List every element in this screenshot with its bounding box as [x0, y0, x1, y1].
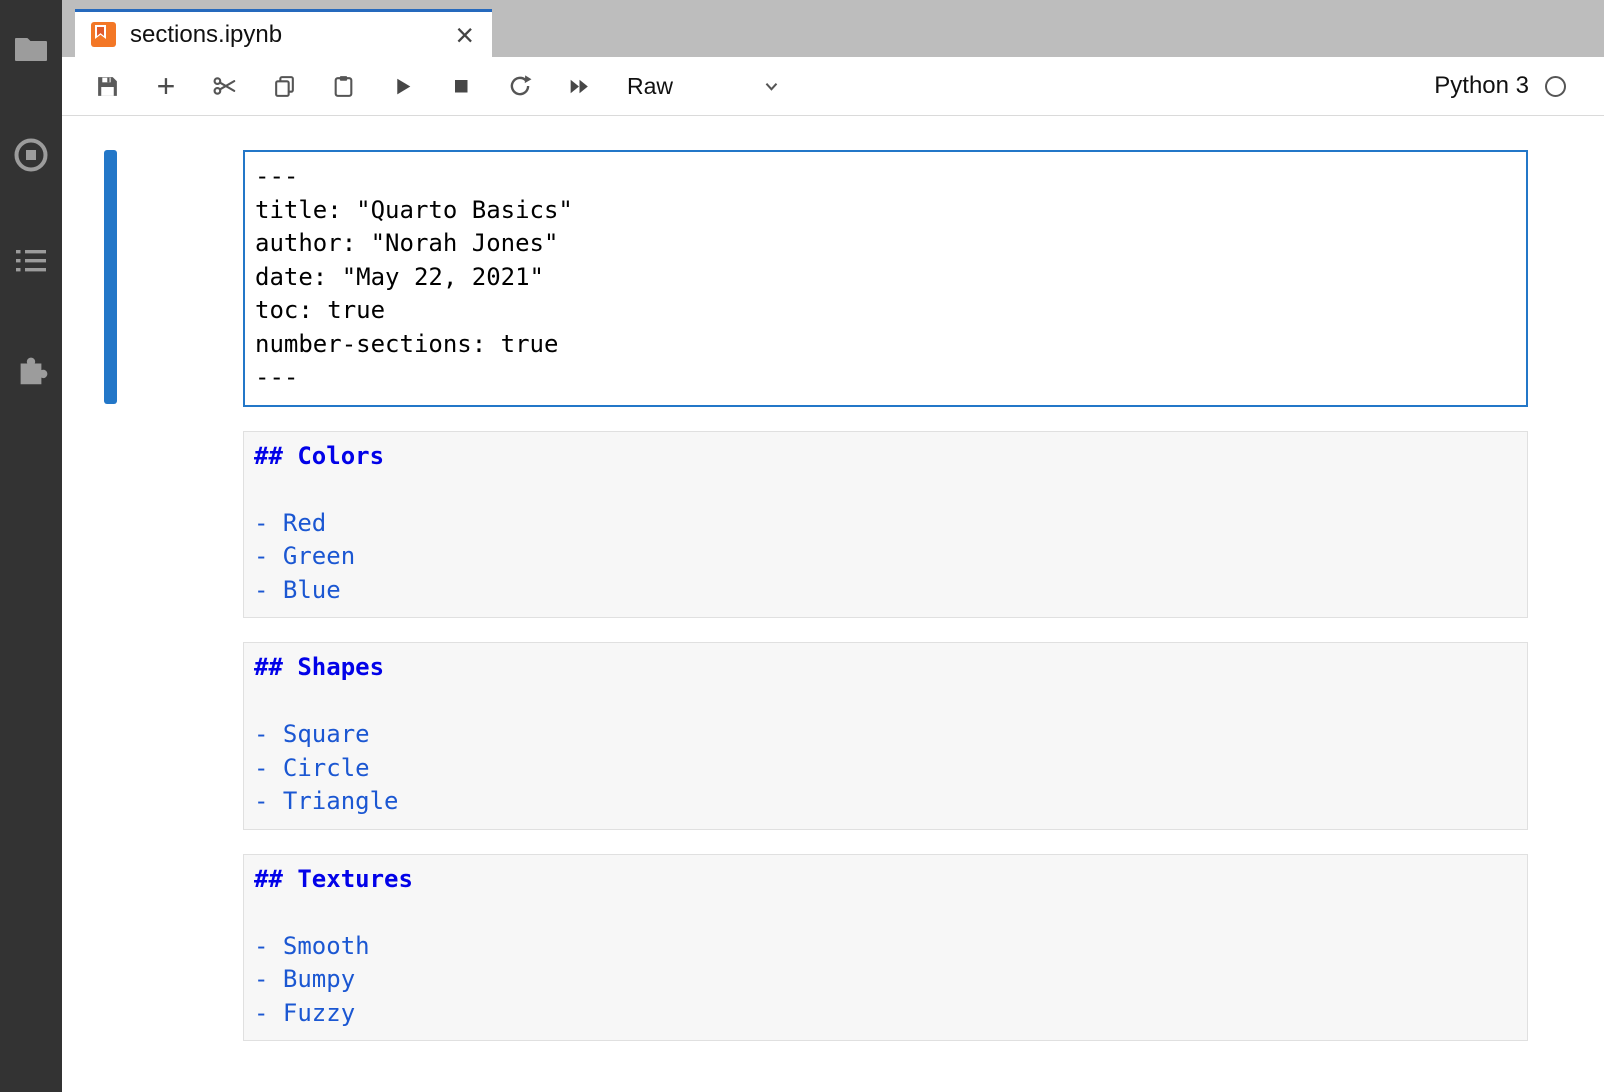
restart-run-all-button[interactable] [558, 65, 600, 107]
markdown-cell-shapes[interactable]: ## Shapes - Square - Circle - Triangle [243, 642, 1528, 830]
insert-cell-button[interactable]: + [145, 65, 187, 107]
restart-kernel-button[interactable] [499, 65, 541, 107]
cell-type-dropdown[interactable]: Raw [627, 73, 782, 100]
activity-sidebar [0, 0, 62, 1092]
notebook-toolbar: + [62, 57, 1604, 116]
chevron-down-icon [760, 75, 782, 97]
tab-close-icon[interactable]: × [453, 19, 476, 51]
markdown-list-item: - Bumpy [254, 963, 1517, 997]
file-browser-icon[interactable] [12, 30, 50, 68]
paste-cell-button[interactable] [322, 65, 364, 107]
cell-type-value: Raw [627, 73, 673, 100]
bookmark-icon [95, 25, 106, 39]
extensions-icon[interactable] [12, 348, 50, 386]
tab-sections-ipynb[interactable]: sections.ipynb × [75, 9, 492, 57]
floppy-icon [95, 74, 120, 99]
cell-row: --- title: "Quarto Basics" author: "Nora… [243, 150, 1528, 407]
kernel-area: Python 3 [1434, 72, 1604, 100]
raw-cell-line: date: "May 22, 2021" [255, 261, 1516, 295]
raw-cell-line: --- [255, 361, 1516, 395]
save-button[interactable] [86, 65, 128, 107]
tab-bar: sections.ipynb × [62, 0, 1604, 57]
markdown-list-item: - Red [254, 507, 1517, 541]
raw-cell-line: number-sections: true [255, 328, 1516, 362]
folder-icon [14, 34, 48, 64]
cut-cell-button[interactable] [204, 65, 246, 107]
restart-icon [507, 73, 533, 99]
markdown-list-item: - Circle [254, 752, 1517, 786]
tab-title: sections.ipynb [130, 21, 282, 49]
active-cell-collapser[interactable] [104, 150, 117, 404]
fast-forward-icon [567, 74, 592, 99]
markdown-list-item: - Fuzzy [254, 997, 1517, 1031]
raw-cell-line: author: "Norah Jones" [255, 227, 1516, 261]
copy-icon [272, 74, 297, 99]
cell-list: --- title: "Quarto Basics" author: "Nora… [62, 117, 1604, 1041]
raw-cell-line: title: "Quarto Basics" [255, 194, 1516, 228]
kernel-status-icon[interactable] [1545, 76, 1566, 97]
cell-row: ## Textures - Smooth - Bumpy - Fuzzy [243, 854, 1528, 1042]
scissors-icon [212, 73, 238, 99]
raw-cell-editor[interactable]: --- title: "Quarto Basics" author: "Nora… [243, 150, 1528, 407]
plus-icon: + [157, 70, 176, 102]
markdown-cell-colors[interactable]: ## Colors - Red - Green - Blue [243, 431, 1528, 619]
clipboard-icon [331, 74, 356, 99]
markdown-heading: ## Textures [254, 863, 1517, 897]
notebook-icon [91, 22, 116, 47]
raw-cell-line: --- [255, 160, 1516, 194]
markdown-list-item: - Smooth [254, 930, 1517, 964]
list-icon [16, 248, 46, 274]
interrupt-kernel-button[interactable] [440, 65, 482, 107]
copy-cell-button[interactable] [263, 65, 305, 107]
markdown-list-item: - Green [254, 540, 1517, 574]
markdown-list-item: - Blue [254, 574, 1517, 608]
stop-icon [449, 74, 473, 98]
run-cell-button[interactable] [381, 65, 423, 107]
play-icon [390, 74, 415, 99]
markdown-list-item: - Triangle [254, 785, 1517, 819]
markdown-heading: ## Colors [254, 440, 1517, 474]
raw-cell-line: toc: true [255, 294, 1516, 328]
kernel-name[interactable]: Python 3 [1434, 72, 1529, 100]
puzzle-icon [14, 349, 48, 385]
running-kernels-icon[interactable] [12, 136, 50, 174]
stop-circle-icon [13, 137, 49, 173]
markdown-list-item: - Square [254, 718, 1517, 752]
cell-row: ## Shapes - Square - Circle - Triangle [243, 642, 1528, 830]
cell-row: ## Colors - Red - Green - Blue [243, 431, 1528, 619]
table-of-contents-icon[interactable] [12, 242, 50, 280]
notebook-panel: --- title: "Quarto Basics" author: "Nora… [62, 117, 1604, 1092]
markdown-cell-textures[interactable]: ## Textures - Smooth - Bumpy - Fuzzy [243, 854, 1528, 1042]
markdown-heading: ## Shapes [254, 651, 1517, 685]
